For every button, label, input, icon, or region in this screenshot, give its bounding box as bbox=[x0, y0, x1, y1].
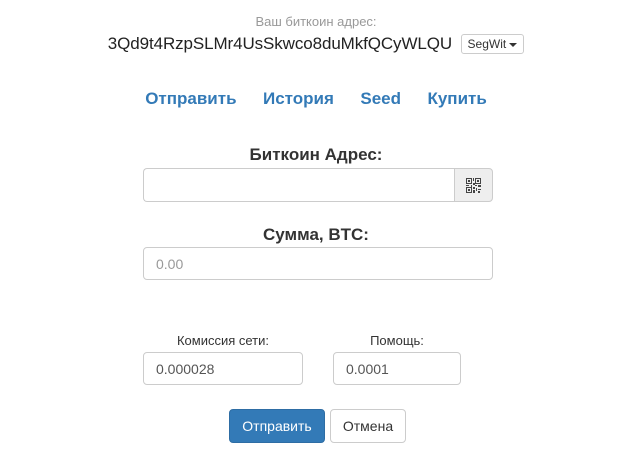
send-page: Ваш биткоин адрес: 3Qd9t4RzpSLMr4UsSkwco… bbox=[0, 0, 632, 454]
help-input[interactable] bbox=[333, 352, 461, 385]
nav-seed[interactable]: Seed bbox=[360, 89, 401, 109]
help-label: Помощь: bbox=[370, 333, 424, 348]
scan-qr-button[interactable] bbox=[454, 168, 493, 202]
wallet-address-row: 3Qd9t4RzpSLMr4UsSkwco8duMkfQCyWLQU SegWi… bbox=[0, 34, 632, 54]
nav-send[interactable]: Отправить bbox=[145, 89, 236, 109]
cancel-button[interactable]: Отмена bbox=[330, 409, 406, 443]
recipient-address-label: Биткоин Адрес: bbox=[249, 145, 383, 164]
nav-history[interactable]: История bbox=[263, 89, 334, 109]
qr-code-icon bbox=[466, 177, 481, 193]
main-nav: Отправить История Seed Купить bbox=[0, 89, 632, 109]
amount-label: Сумма, BTC: bbox=[263, 225, 369, 244]
recipient-address-input[interactable] bbox=[143, 168, 454, 202]
recipient-address-group bbox=[143, 168, 493, 202]
address-type-label: SegWit bbox=[467, 37, 507, 51]
caret-down-icon bbox=[509, 42, 518, 47]
wallet-address-value: 3Qd9t4RzpSLMr4UsSkwco8duMkfQCyWLQU bbox=[107, 34, 453, 53]
wallet-address-label: Ваш биткоин адрес: bbox=[255, 14, 377, 29]
address-type-dropdown[interactable]: SegWit bbox=[460, 34, 525, 54]
amount-input[interactable] bbox=[143, 247, 493, 280]
fee-label: Комиссия сети: bbox=[176, 333, 270, 348]
send-button[interactable]: Отправить bbox=[229, 409, 325, 443]
fee-input[interactable] bbox=[143, 352, 303, 385]
nav-buy[interactable]: Купить bbox=[427, 89, 486, 109]
